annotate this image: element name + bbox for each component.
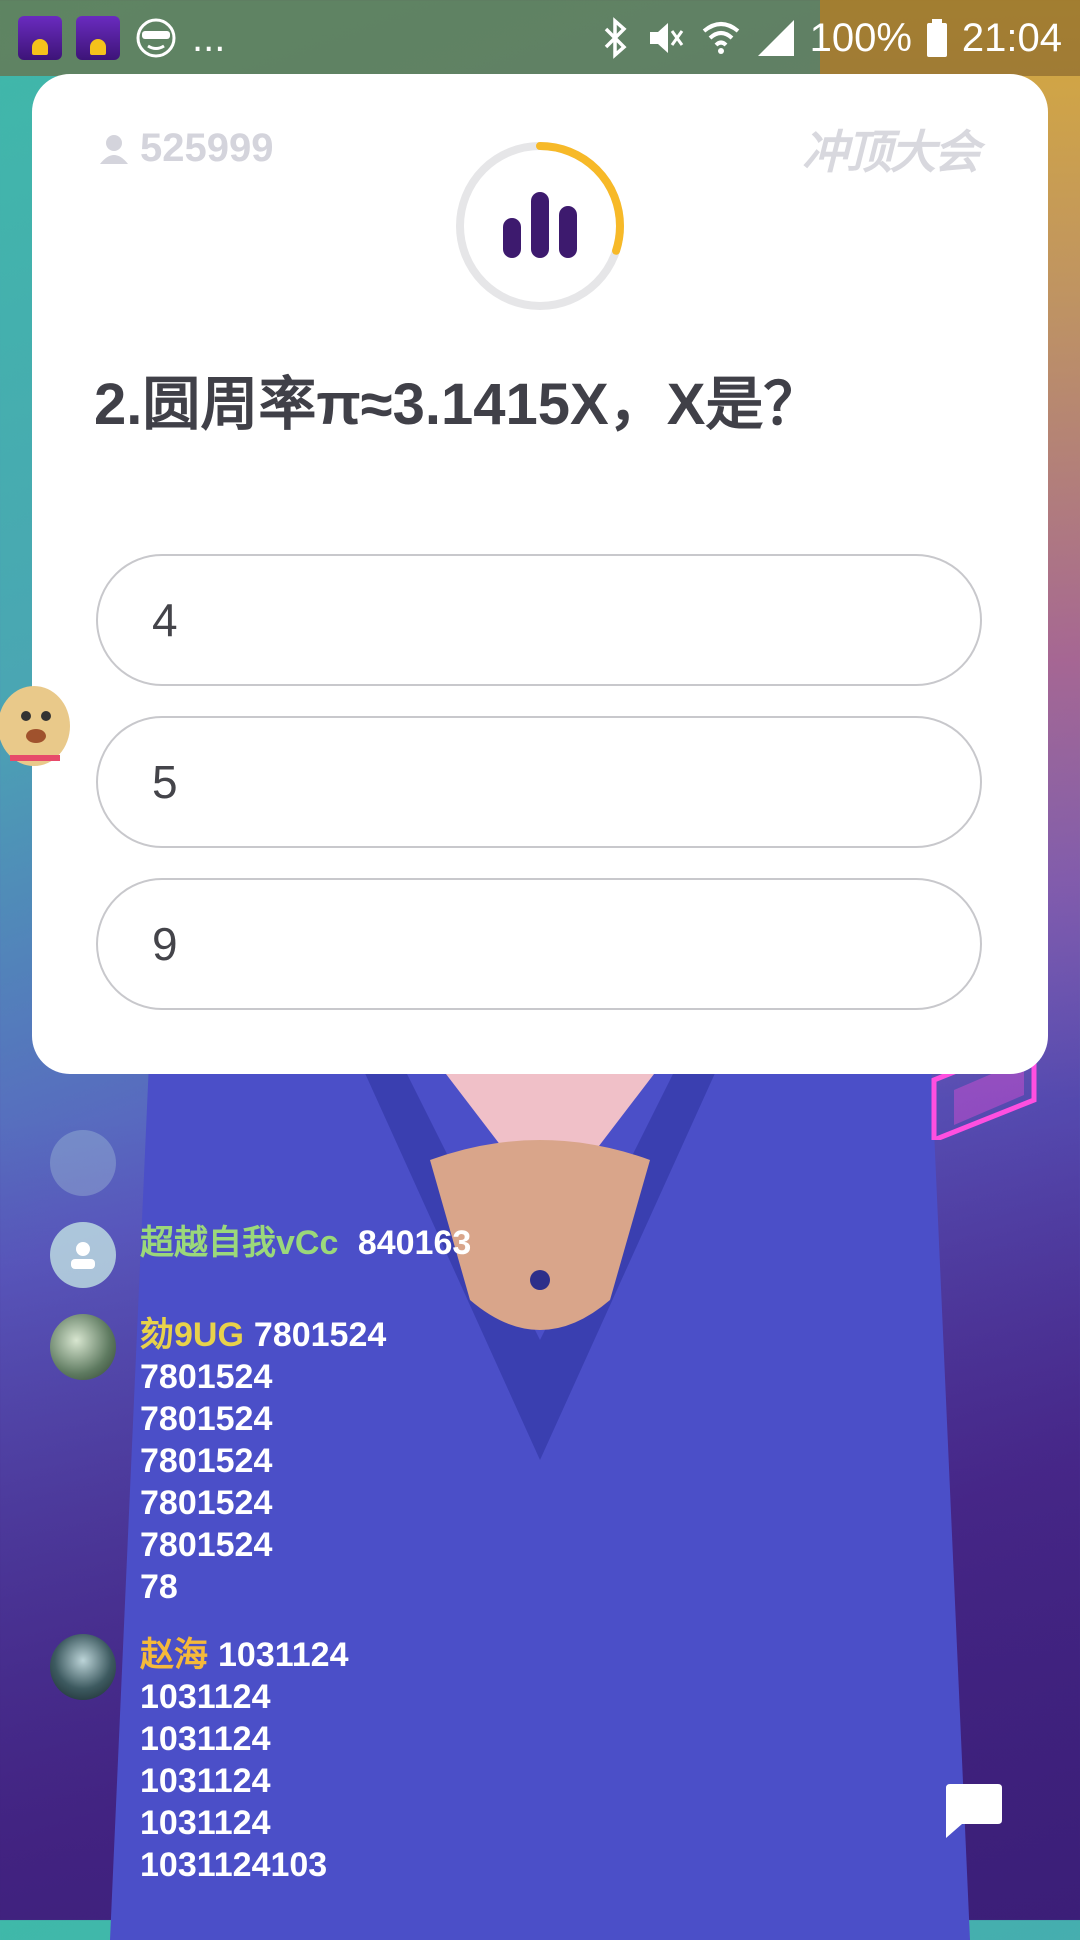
comment-message: 1031124 xyxy=(218,1636,349,1674)
notification-more: ... xyxy=(192,15,226,60)
comment-message: 7801524 xyxy=(140,1400,273,1438)
comment-message: 78 xyxy=(140,1568,178,1606)
avatar xyxy=(50,1634,116,1700)
system-icons: 100% 21:04 xyxy=(600,16,1062,61)
avatar xyxy=(50,1314,116,1380)
answer-option-2[interactable]: 5 xyxy=(96,716,982,848)
comment-username: 赵海 xyxy=(140,1636,208,1674)
avatar xyxy=(50,1130,116,1196)
person-icon xyxy=(71,1242,95,1269)
answer-option-1[interactable]: 4 xyxy=(96,554,982,686)
comment-username: 超越自我vCc xyxy=(140,1224,339,1262)
question-text: 2.圆周率π≈3.1415X，X是？ xyxy=(94,372,822,437)
comment-message: 1031124 xyxy=(140,1720,271,1758)
comment-message: 7801524 xyxy=(253,1316,387,1354)
comment-message: 1031124 xyxy=(140,1762,271,1800)
signal-icon xyxy=(757,20,794,56)
comment-message: 1031124103 xyxy=(140,1846,328,1884)
comment-item xyxy=(50,1130,750,1196)
notification-area: ... xyxy=(18,16,225,61)
mascot-icon xyxy=(0,686,70,766)
comment-message: 7801524 xyxy=(140,1358,273,1396)
status-bar: ... 100% 21:04 xyxy=(0,0,1080,76)
mute-icon xyxy=(649,23,683,53)
chat-bubble-icon[interactable] xyxy=(940,1780,1004,1840)
viewer-count: 525999 xyxy=(100,126,273,171)
comment-message: 1031124 xyxy=(140,1678,271,1716)
comment-item: 赵海 1031124 1031124 1031124 1031124 103112… xyxy=(50,1634,750,1886)
app-icon xyxy=(18,16,62,60)
clock: 21:04 xyxy=(961,15,1062,60)
battery-icon xyxy=(926,19,947,57)
comment-text xyxy=(140,1130,150,1196)
question-card: 525999 冲顶大会 2.圆周率π≈3.1415X，X是？ 4 5 9 xyxy=(32,74,1048,1074)
comment-message: 7801524 xyxy=(140,1442,273,1480)
comment-text: 赵海 1031124 1031124 1031124 1031124 103112… xyxy=(140,1634,349,1886)
avatar xyxy=(50,1222,116,1288)
comment-item: 超越自我vCc 840163 xyxy=(50,1222,750,1288)
bluetooth-icon xyxy=(604,17,627,59)
wifi-icon xyxy=(702,22,739,54)
comment-text: 超越自我vCc 840163 xyxy=(140,1222,471,1288)
viewer-count-value: 525999 xyxy=(140,126,274,170)
comment-message: 7801524 xyxy=(140,1484,273,1522)
battery-percent: 100% xyxy=(809,15,912,60)
comment-feed[interactable]: 超越自我vCc 840163 劾9UG 7801524 7801524 78015… xyxy=(50,1130,750,1912)
brand-logo: 冲顶大会 xyxy=(802,126,980,178)
answer-option-3[interactable]: 9 xyxy=(96,878,982,1010)
comment-text: 劾9UG 7801524 7801524 7801524 7801524 7801… xyxy=(140,1314,386,1608)
countdown-timer xyxy=(456,142,624,310)
comment-message: 840163 xyxy=(357,1224,472,1262)
comment-item: 劾9UG 7801524 7801524 7801524 7801524 7801… xyxy=(50,1314,750,1608)
comment-username: 劾9UG xyxy=(140,1316,244,1354)
comment-message: 7801524 xyxy=(140,1526,273,1564)
person-icon xyxy=(100,134,128,164)
bar-chart-icon xyxy=(503,192,577,258)
app-icon xyxy=(76,16,120,60)
comment-message: 1031124 xyxy=(140,1804,271,1842)
face-icon xyxy=(136,18,176,58)
